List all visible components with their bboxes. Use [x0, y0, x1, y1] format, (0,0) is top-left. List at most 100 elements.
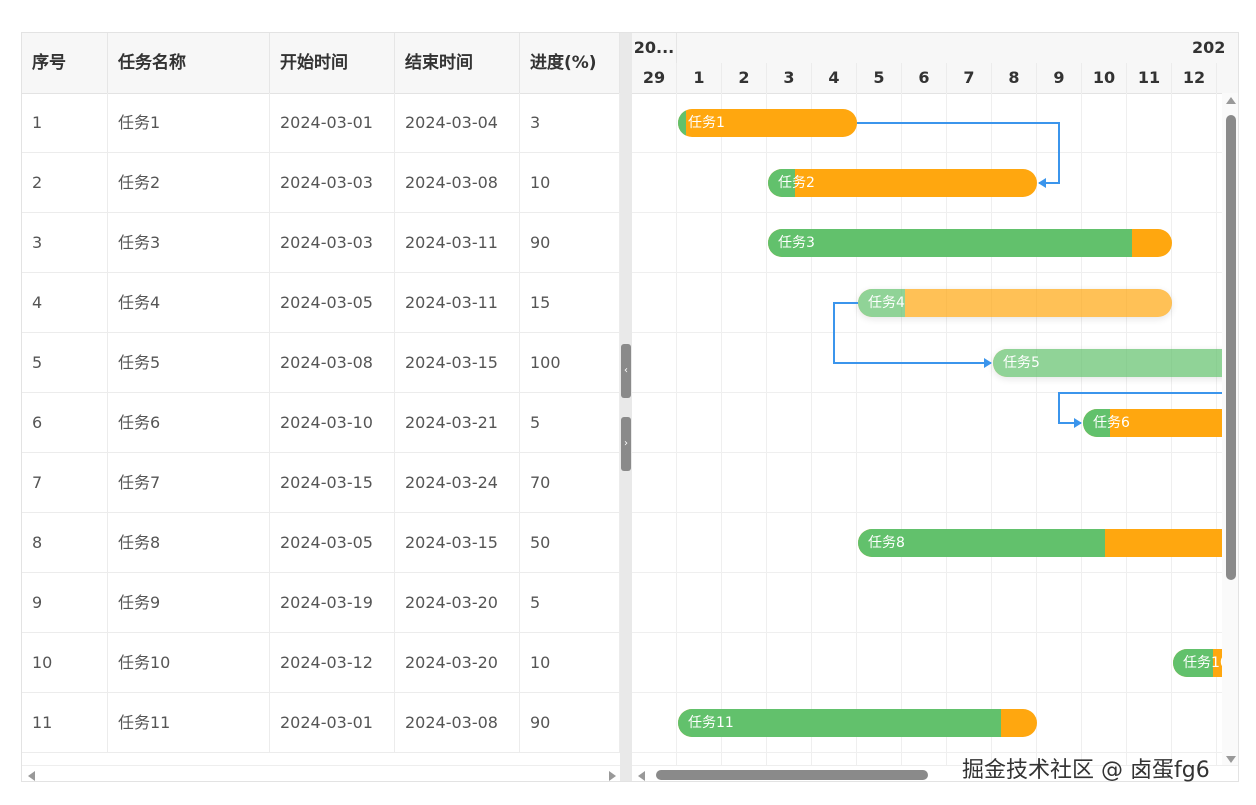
link-arrow-icon [984, 358, 992, 368]
cell-start-date: 2024-03-01 [270, 693, 395, 752]
timeline-day-header: 29 1 2 3 4 5 6 7 8 9 10 11 12 [632, 63, 1238, 94]
cell-index: 3 [22, 213, 108, 272]
cell-end-date: 2024-03-11 [395, 273, 520, 332]
timeline-month-header: 20... 202 [632, 33, 1238, 64]
task-grid: 序号 任务名称 开始时间 结束时间 进度(%) 1 任务1 2024-03-01 20… [22, 33, 620, 781]
cell-start-date: 2024-03-12 [270, 633, 395, 692]
timeline-day-label: 29 [632, 63, 677, 93]
cell-end-date: 2024-03-08 [395, 153, 520, 212]
timeline-day-label: 4 [812, 63, 857, 93]
pane-splitter[interactable]: ‹ › [620, 33, 632, 781]
timeline-day-label: 12 [1172, 63, 1217, 93]
cell-task-name: 任务9 [108, 573, 270, 632]
column-header-progress[interactable]: 进度(%) [520, 33, 620, 93]
cell-index: 8 [22, 513, 108, 572]
cell-index: 10 [22, 633, 108, 692]
cell-task-name: 任务2 [108, 153, 270, 212]
chevron-left-icon[interactable]: ‹ [621, 344, 631, 398]
table-row[interactable]: 2 任务2 2024-03-03 2024-03-08 10 [22, 153, 620, 213]
cell-index: 2 [22, 153, 108, 212]
table-row[interactable]: 3 任务3 2024-03-03 2024-03-11 90 [22, 213, 620, 273]
table-row[interactable]: 7 任务7 2024-03-15 2024-03-24 70 [22, 453, 620, 513]
cell-progress: 10 [520, 633, 620, 692]
timeline-day-label: 9 [1037, 63, 1082, 93]
table-row[interactable]: 10 任务10 2024-03-12 2024-03-20 10 [22, 633, 620, 693]
cell-end-date: 2024-03-08 [395, 693, 520, 752]
cell-index: 5 [22, 333, 108, 392]
dependency-link-5-6[interactable] [1058, 392, 1239, 424]
cell-end-date: 2024-03-15 [395, 333, 520, 392]
cell-progress: 50 [520, 513, 620, 572]
cell-start-date: 2024-03-19 [270, 573, 395, 632]
scroll-right-arrow-icon[interactable] [609, 771, 616, 781]
gantt-timeline: 20... 202 29 1 2 3 4 5 6 7 8 9 10 11 12 任务1 任务2 任务3 任务4… [632, 33, 1239, 781]
cell-end-date: 2024-03-20 [395, 633, 520, 692]
column-header-end[interactable]: 结束时间 [395, 33, 520, 93]
dependency-link-1-2[interactable] [857, 122, 1060, 184]
cell-progress: 70 [520, 453, 620, 512]
timeline-day-label: 10 [1082, 63, 1127, 93]
column-header-start[interactable]: 开始时间 [270, 33, 395, 93]
table-row[interactable]: 6 任务6 2024-03-10 2024-03-21 5 [22, 393, 620, 453]
cell-task-name: 任务1 [108, 93, 270, 152]
grid-horizontal-scrollbar[interactable] [22, 765, 620, 781]
timeline-day-label: 1 [677, 63, 722, 93]
timeline-month-label: 202 [1192, 38, 1226, 57]
cell-task-name: 任务4 [108, 273, 270, 332]
chevron-right-icon[interactable]: › [621, 417, 631, 471]
scroll-left-arrow-icon[interactable] [638, 771, 645, 781]
cell-end-date: 2024-03-04 [395, 93, 520, 152]
timeline-day-label: 11 [1127, 63, 1172, 93]
table-row[interactable]: 9 任务9 2024-03-19 2024-03-20 5 [22, 573, 620, 633]
cell-end-date: 2024-03-21 [395, 393, 520, 452]
timeline-vertical-scrollbar[interactable] [1222, 93, 1238, 765]
watermark: 掘金技术社区 @ 卤蛋fg6 [962, 758, 1210, 783]
table-row[interactable]: 8 任务8 2024-03-05 2024-03-15 50 [22, 513, 620, 573]
cell-index: 4 [22, 273, 108, 332]
horizontal-scroll-thumb[interactable] [656, 770, 928, 780]
column-header-name[interactable]: 任务名称 [108, 33, 270, 93]
cell-task-name: 任务6 [108, 393, 270, 452]
cell-progress: 100 [520, 333, 620, 392]
cell-index: 1 [22, 93, 108, 152]
grid-body: 1 任务1 2024-03-01 2024-03-04 3 2 任务2 2024-03-03 2… [22, 93, 620, 753]
gantt-container: 序号 任务名称 开始时间 结束时间 进度(%) 1 任务1 2024-03-01 20… [21, 32, 1239, 782]
cell-progress: 90 [520, 213, 620, 272]
timeline-body: 任务1 任务2 任务3 任务4 任务5 任务6 任务8 任务10 任务11 [632, 93, 1239, 765]
cell-progress: 10 [520, 153, 620, 212]
cell-start-date: 2024-03-08 [270, 333, 395, 392]
cell-progress: 3 [520, 93, 620, 152]
cell-start-date: 2024-03-15 [270, 453, 395, 512]
cell-progress: 15 [520, 273, 620, 332]
table-row[interactable]: 11 任务11 2024-03-01 2024-03-08 90 [22, 693, 620, 753]
timeline-month-label: 20... [633, 38, 675, 57]
timeline-day-label: 8 [992, 63, 1037, 93]
table-row[interactable]: 1 任务1 2024-03-01 2024-03-04 3 [22, 93, 620, 153]
cell-index: 11 [22, 693, 108, 752]
cell-task-name: 任务11 [108, 693, 270, 752]
cell-start-date: 2024-03-03 [270, 213, 395, 272]
table-row[interactable]: 5 任务5 2024-03-08 2024-03-15 100 [22, 333, 620, 393]
cell-start-date: 2024-03-05 [270, 513, 395, 572]
timeline-day-label: 6 [902, 63, 947, 93]
table-row[interactable]: 4 任务4 2024-03-05 2024-03-11 15 [22, 273, 620, 333]
scroll-left-arrow-icon[interactable] [28, 771, 35, 781]
timeline-day-label: 7 [947, 63, 992, 93]
link-arrow-icon [1074, 418, 1082, 428]
scroll-up-arrow-icon[interactable] [1226, 97, 1236, 104]
cell-task-name: 任务7 [108, 453, 270, 512]
scroll-down-arrow-icon[interactable] [1226, 756, 1236, 763]
cell-index: 6 [22, 393, 108, 452]
cell-end-date: 2024-03-20 [395, 573, 520, 632]
vertical-scroll-thumb[interactable] [1226, 115, 1236, 580]
cell-task-name: 任务5 [108, 333, 270, 392]
timeline-day-label: 5 [857, 63, 902, 93]
cell-start-date: 2024-03-10 [270, 393, 395, 452]
cell-end-date: 2024-03-24 [395, 453, 520, 512]
cell-progress: 5 [520, 393, 620, 452]
dependency-link-4-5[interactable] [833, 302, 991, 364]
cell-end-date: 2024-03-11 [395, 213, 520, 272]
cell-progress: 5 [520, 573, 620, 632]
cell-start-date: 2024-03-01 [270, 93, 395, 152]
column-header-index[interactable]: 序号 [22, 33, 108, 93]
